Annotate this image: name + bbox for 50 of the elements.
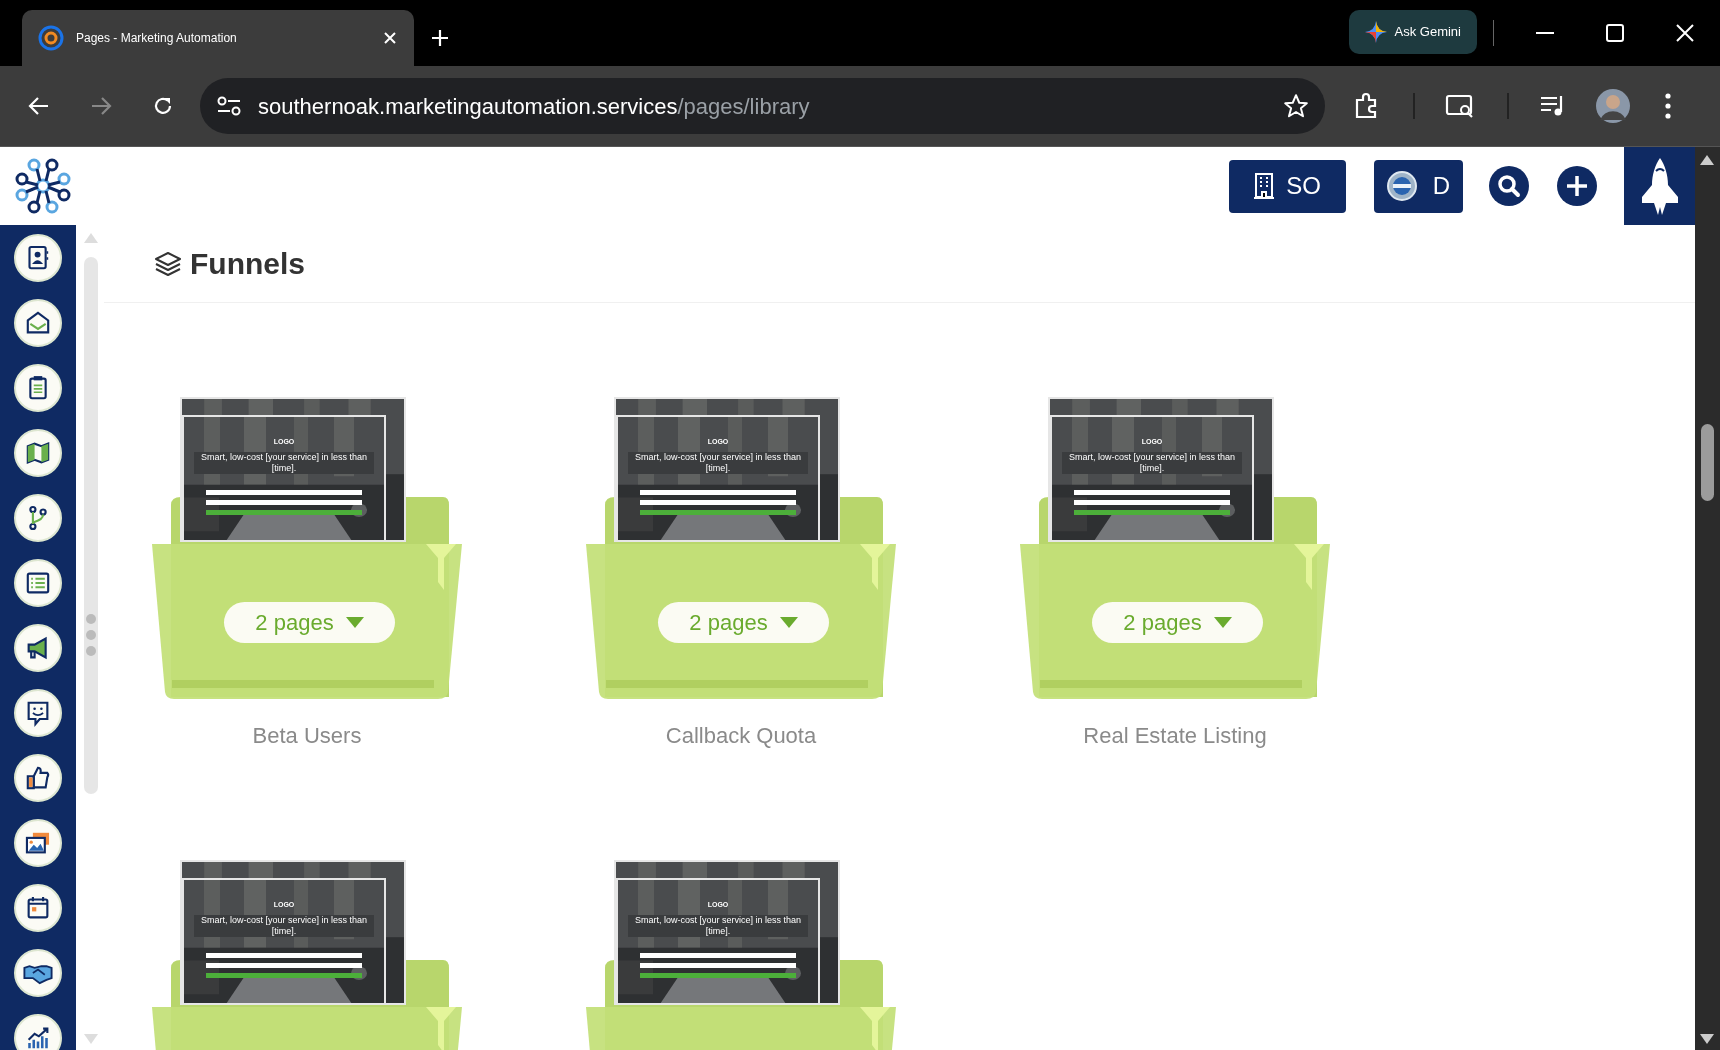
sidebar-nav-button[interactable] — [14, 1014, 62, 1050]
add-icon[interactable] — [1557, 166, 1597, 206]
preview-headline: Smart, low-cost [your service] in less than [time]. — [1062, 451, 1242, 474]
new-tab-icon[interactable] — [430, 28, 450, 48]
sidebar-nav-button[interactable] — [14, 754, 62, 802]
preview-headline: Smart, low-cost [your service] in less than [time]. — [628, 914, 808, 937]
user-avatar-icon — [1386, 171, 1417, 201]
forward-icon[interactable] — [90, 95, 112, 117]
sidebar-nav-button[interactable] — [14, 234, 62, 282]
ask-gemini-button[interactable]: Ask Gemini — [1348, 10, 1477, 54]
sidebar-nav-button[interactable] — [14, 299, 62, 347]
search-icon[interactable] — [1489, 166, 1529, 206]
caret-icon — [345, 617, 364, 628]
sidebar-nav-button[interactable] — [14, 364, 62, 412]
preview-headline: Smart, low-cost [your service] in less than [time]. — [628, 451, 808, 474]
screen-search-icon[interactable] — [1445, 93, 1475, 119]
launch-button[interactable] — [1624, 147, 1695, 225]
layers-icon — [154, 250, 182, 277]
reload-icon[interactable] — [152, 95, 174, 117]
more-menu-icon[interactable] — [1665, 93, 1671, 119]
site-settings-icon[interactable] — [216, 95, 242, 117]
sidebar-nav-button[interactable] — [14, 494, 62, 542]
sidebar-nav-button[interactable] — [14, 559, 62, 607]
close-icon[interactable] — [1676, 24, 1694, 42]
maximize-icon[interactable] — [1606, 24, 1624, 42]
caret-icon — [779, 617, 798, 628]
building-icon — [1254, 173, 1275, 199]
sidebar-nav-button[interactable] — [14, 689, 62, 737]
browser-tab[interactable]: Pages - Marketing Automation — [22, 10, 414, 66]
profile-avatar-icon[interactable] — [1595, 88, 1631, 124]
bookmark-star-icon[interactable] — [1283, 93, 1309, 119]
app-logo-icon — [38, 25, 64, 51]
caret-icon — [1213, 617, 1232, 628]
sidebar-nav-button[interactable] — [14, 624, 62, 672]
page-title: Funnels — [190, 246, 305, 282]
sidebar-nav-button[interactable] — [14, 949, 62, 997]
sidebar-nav-button[interactable] — [14, 819, 62, 867]
sidebar-nav-button[interactable] — [14, 884, 62, 932]
preview-headline: Smart, low-cost [your service] in less than [time]. — [194, 914, 374, 937]
app-logo[interactable] — [14, 157, 72, 215]
sidebar-nav-button[interactable] — [14, 429, 62, 477]
user-button[interactable]: D — [1374, 159, 1463, 213]
url-text: southernoak.marketingautomation.services/pages/library — [258, 92, 811, 121]
tab-title: Pages - Marketing Automation — [76, 30, 238, 47]
address-bar[interactable]: southernoak.marketingautomation.services/pages/library — [200, 78, 1325, 134]
back-icon[interactable] — [28, 95, 50, 117]
close-icon[interactable] — [382, 30, 398, 46]
account-button[interactable]: SO — [1229, 159, 1346, 213]
preview-headline: Smart, low-cost [your service] in less than [time]. — [194, 451, 374, 474]
sparkle-icon — [1364, 21, 1387, 43]
